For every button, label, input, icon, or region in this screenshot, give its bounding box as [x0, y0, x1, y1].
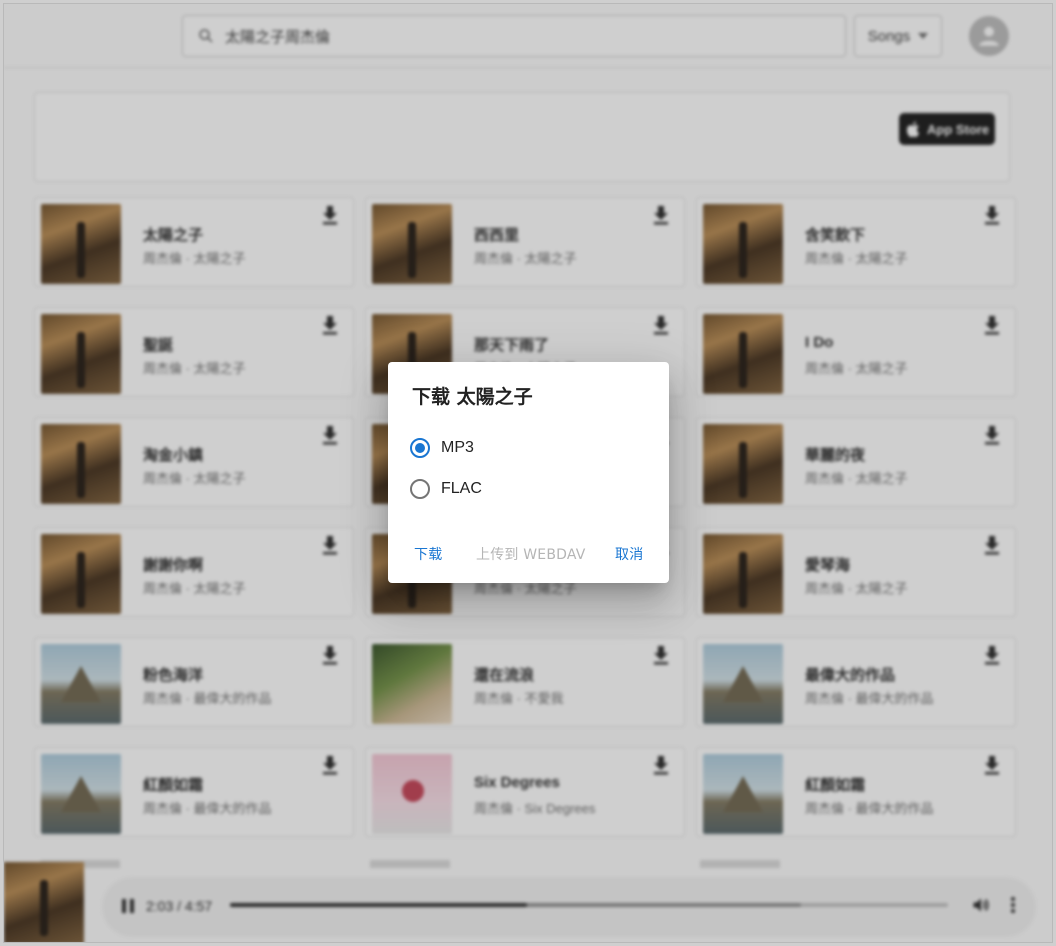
- cancel-button[interactable]: 取消: [615, 544, 643, 564]
- download-dialog: 下载 太陽之子 MP3 FLAC 下载 上传到 WEBDAV 取消: [388, 362, 669, 583]
- format-label: MP3: [441, 439, 474, 456]
- format-label: FLAC: [441, 480, 482, 497]
- format-option-flac[interactable]: FLAC: [410, 477, 482, 501]
- radio-button[interactable]: [410, 479, 430, 499]
- upload-webdav-button: 上传到 WEBDAV: [476, 544, 586, 564]
- format-option-mp3[interactable]: MP3: [410, 436, 474, 460]
- download-button[interactable]: 下载: [414, 544, 442, 564]
- dialog-title: 下载 太陽之子: [412, 386, 533, 408]
- dialog-actions: 下载 上传到 WEBDAV 取消: [388, 544, 669, 566]
- radio-button[interactable]: [410, 438, 430, 458]
